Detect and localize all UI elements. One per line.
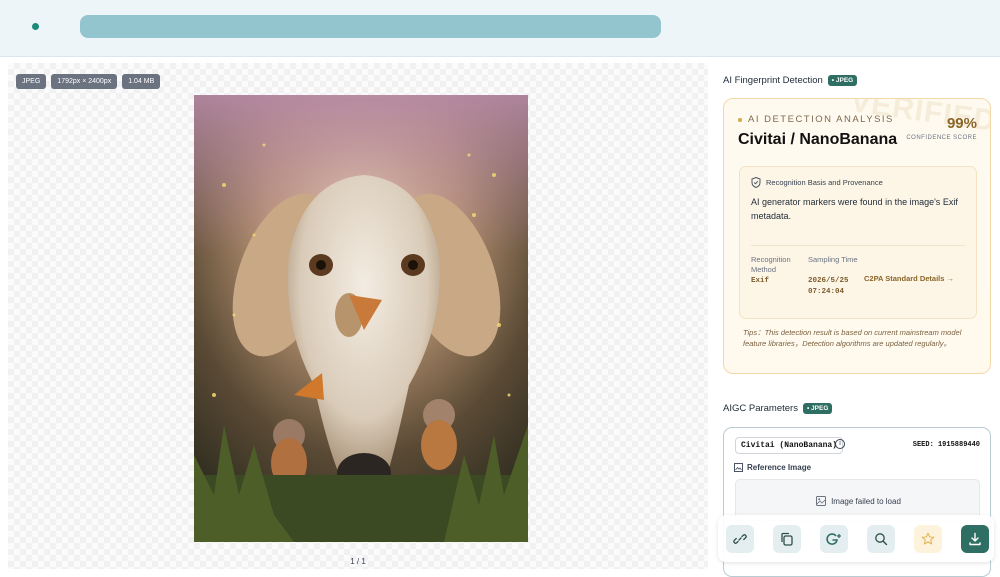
divider (751, 245, 965, 246)
star-icon (921, 532, 935, 545)
confidence-label: CONFIDENCE SCORE (906, 135, 977, 141)
basis-header: Recognition Basis and Provenance (751, 177, 883, 188)
format-chip: JPEG (16, 74, 47, 89)
bullet-icon (738, 117, 742, 122)
dimensions-chip: 1792px × 2400px (51, 74, 118, 89)
detection-card: VERIFIED AI DETECTION ANALYSIS Civitai /… (723, 98, 991, 374)
seed-value: SEED: 1915889440 (912, 441, 980, 449)
time-label: Sampling Time (808, 255, 858, 264)
reference-header: Reference Image (734, 463, 811, 472)
method-value: Exif (751, 277, 770, 285)
image-info-chips: JPEG 1792px × 2400px 1.04 MB (16, 74, 161, 89)
basis-title: Recognition Basis and Provenance (766, 178, 883, 187)
preview-image[interactable] (194, 95, 528, 542)
copy-button[interactable] (773, 524, 801, 553)
analysis-label-text: AI DETECTION ANALYSIS (748, 114, 894, 125)
confidence-score: 99% (946, 115, 977, 132)
shield-icon (751, 177, 761, 188)
google-lens-button[interactable] (820, 524, 848, 553)
aigc-title-text: AIGC Parameters (723, 403, 798, 414)
model-tag: Civitai (NanoBanana) (735, 437, 844, 454)
top-bar (0, 0, 1000, 57)
search-button[interactable] (867, 524, 895, 553)
search-icon (875, 532, 888, 545)
reference-fail-message: Image failed to load (736, 496, 981, 506)
detection-tips: Tips：This detection result is based on c… (743, 328, 962, 348)
provenance-box: Recognition Basis and Provenance AI gene… (739, 166, 977, 319)
favorite-button[interactable] (914, 524, 942, 553)
detected-source: Civitai / NanoBanana (738, 131, 898, 148)
reference-label: Reference Image (747, 463, 812, 472)
download-icon (969, 532, 981, 545)
action-toolbar (718, 515, 994, 562)
analysis-label: AI DETECTION ANALYSIS (738, 114, 894, 125)
page-indicator: 1 / 1 (350, 557, 366, 566)
time-clock: 07:24:04 (808, 288, 845, 296)
copy-icon (781, 532, 793, 546)
time-date: 2026/5/25 (808, 277, 849, 285)
method-label: Recognition Method (751, 255, 791, 274)
info-icon[interactable]: i (835, 439, 845, 449)
link-button[interactable] (726, 524, 754, 553)
fingerprint-title-text: AI Fingerprint Detection (723, 75, 823, 86)
basis-description: AI generator markers were found in the i… (751, 197, 958, 221)
fingerprint-section-title: AI Fingerprint Detection • JPEG (723, 75, 858, 86)
download-button[interactable] (961, 524, 989, 553)
size-chip: 1.04 MB (122, 74, 161, 89)
status-dot (32, 23, 39, 30)
reference-fail-text: Image failed to load (831, 496, 901, 506)
address-bar[interactable] (80, 15, 661, 38)
broken-image-icon (816, 496, 827, 506)
google-lens-icon (826, 532, 841, 545)
aigc-section-title: AIGC Parameters • JPEG (723, 403, 833, 414)
image-icon (734, 463, 743, 472)
link-icon (733, 533, 747, 544)
fingerprint-format-badge: • JPEG (827, 75, 858, 86)
c2pa-details-link[interactable]: C2PA Standard Details → (864, 274, 954, 283)
aigc-format-badge: • JPEG (802, 403, 833, 414)
image-viewer: JPEG 1792px × 2400px 1.04 MB 1 / 1 (8, 63, 708, 569)
analysis-panel: AI Fingerprint Detection • JPEG VERIFIED… (716, 63, 1000, 577)
dog-mice-illustration (194, 95, 528, 542)
